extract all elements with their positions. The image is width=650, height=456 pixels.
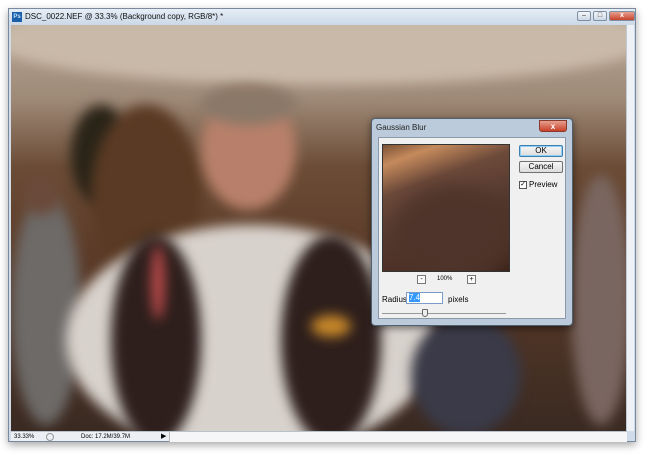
blur-preview[interactable] — [382, 144, 510, 272]
vertical-scrollbar[interactable] — [626, 25, 634, 431]
zoom-in-button[interactable]: + — [467, 275, 476, 284]
checkbox-check-icon[interactable]: ✓ — [519, 180, 527, 189]
status-bar: 33.33% Doc: 17.2M/39.7M ▶ — [11, 431, 627, 442]
radius-value: 7.4 — [409, 293, 421, 302]
zoom-level[interactable]: 33.33% — [14, 432, 34, 442]
preview-label: Preview — [529, 180, 558, 189]
window-title: DSC_0022.NEF @ 33.3% (Background copy, R… — [25, 12, 224, 21]
doc-size: Doc: 17.2M/39.7M — [81, 434, 131, 440]
minimize-button[interactable]: – — [577, 11, 591, 21]
units-label: pixels — [448, 295, 469, 304]
radius-input[interactable]: 7.4 — [406, 292, 443, 304]
preview-checkbox[interactable]: ✓ Preview — [519, 180, 557, 189]
preview-zoom-level: 100% — [437, 276, 453, 282]
gaussian-blur-dialog: Gaussian Blur x OK Cancel ✓ Preview - 10… — [371, 118, 573, 326]
zoom-out-button[interactable]: - — [417, 275, 426, 284]
radius-slider-thumb[interactable] — [422, 309, 429, 317]
photoshop-icon: Ps — [12, 12, 22, 22]
dialog-close-button[interactable]: x — [539, 120, 567, 132]
horizontal-scrollbar[interactable] — [169, 432, 627, 442]
status-menu-arrow-icon[interactable]: ▶ — [161, 432, 166, 442]
title-bar[interactable]: Ps DSC_0022.NEF @ 33.3% (Background copy… — [9, 9, 635, 25]
maximize-button[interactable]: □ — [593, 11, 607, 21]
dialog-title: Gaussian Blur — [376, 123, 427, 132]
cancel-button[interactable]: Cancel — [519, 161, 563, 173]
close-button[interactable]: x — [609, 11, 635, 21]
navigator-icon[interactable] — [46, 433, 54, 441]
radius-slider-track[interactable] — [382, 313, 506, 314]
ok-button[interactable]: OK — [519, 145, 563, 157]
